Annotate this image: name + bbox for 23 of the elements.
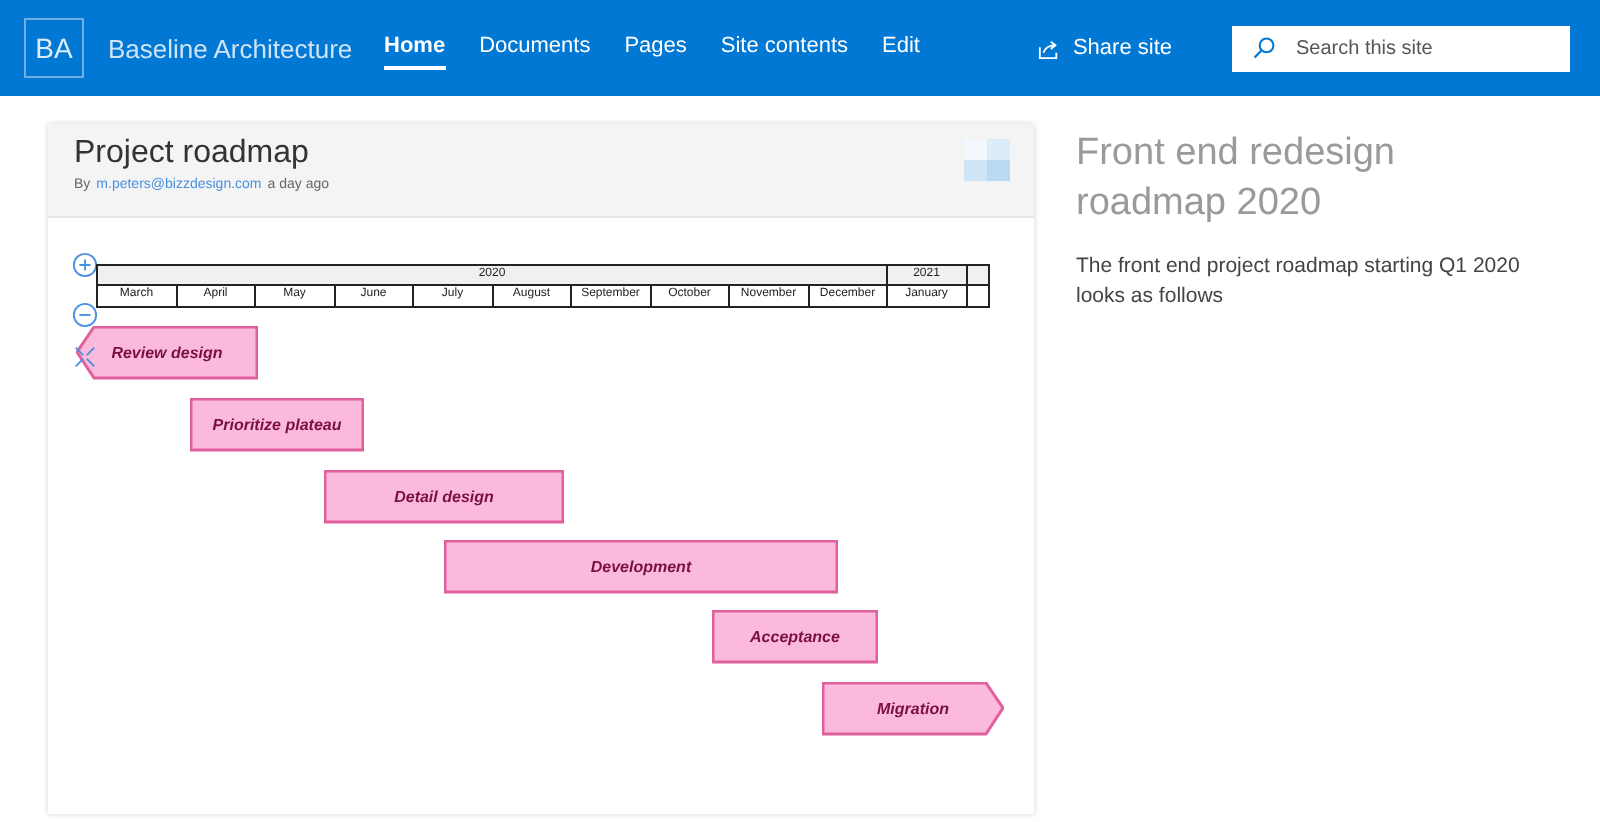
site-logo[interactable]: BA [24, 18, 84, 78]
section-text: The front end project roadmap starting Q1 2020 looks as follows [1076, 252, 1522, 312]
task-bar[interactable]: Acceptance [712, 610, 878, 664]
task-bar[interactable]: Review design [76, 326, 258, 380]
thumbnail-icon [964, 138, 1010, 182]
nav-link[interactable]: Home [384, 26, 446, 70]
section-heading: Front end redesign roadmap 2020 [1076, 130, 1397, 228]
share-button[interactable]: Share site [1038, 36, 1172, 60]
search-field[interactable]: Search this site [1232, 25, 1570, 71]
task-bar[interactable]: Development [444, 540, 838, 594]
task-bar[interactable]: Prioritize plateau [190, 398, 364, 452]
task-bar[interactable]: Migration [822, 682, 1004, 736]
zoom-in-icon[interactable] [72, 252, 98, 278]
nav-link[interactable]: Edit [882, 26, 920, 70]
task-bar[interactable]: Detail design [324, 470, 564, 524]
fit-icon[interactable] [72, 344, 98, 370]
nav-link[interactable]: Site contents [720, 26, 848, 70]
nav-link[interactable]: Documents [479, 26, 591, 70]
site-title[interactable]: Baseline Architecture [108, 33, 384, 63]
card-title: Project roadmap [74, 136, 311, 172]
zoom-out-icon[interactable] [72, 302, 98, 328]
share-icon [1038, 37, 1061, 59]
nav-link[interactable]: Pages [624, 26, 687, 70]
